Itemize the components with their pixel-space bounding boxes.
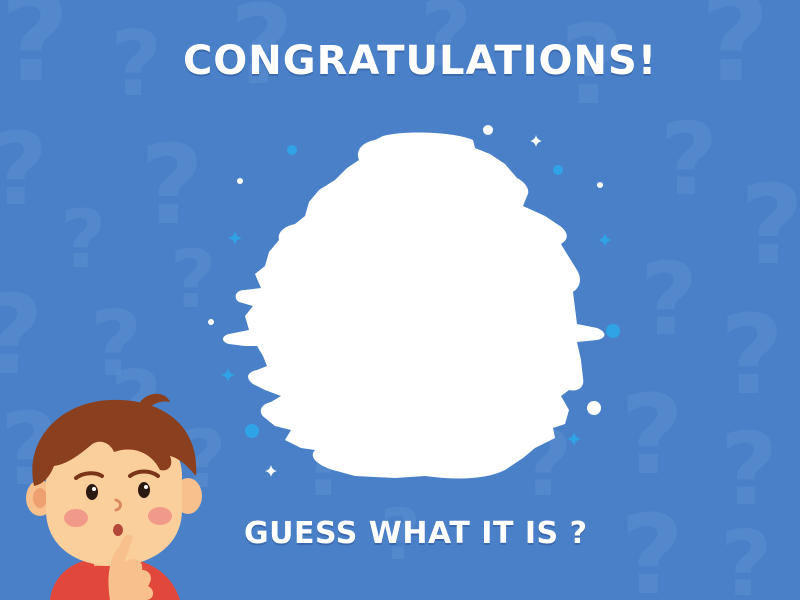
sparkle-icon xyxy=(208,319,214,325)
sparkle-icon xyxy=(265,465,277,477)
thinking-boy-icon xyxy=(26,393,202,600)
congratulations-title: CONGRATULATIONS! xyxy=(182,38,658,84)
sparkle-icon xyxy=(237,178,243,184)
question-mark-decoration: ? xyxy=(0,280,44,390)
sparkle-icon xyxy=(606,324,620,338)
sparkle-icon xyxy=(245,424,259,438)
question-mark-decoration: ? xyxy=(620,371,684,499)
sparkle-icon xyxy=(553,165,563,175)
question-mark-decoration: ? xyxy=(720,411,779,528)
question-mark-decoration: ? xyxy=(140,121,204,249)
sparkle-icon xyxy=(483,125,493,135)
sparkle-icon xyxy=(587,401,601,415)
question-mark-decoration: ? xyxy=(660,101,719,218)
sparkle-icon xyxy=(228,231,242,245)
question-mark-decoration: ? xyxy=(720,512,773,600)
sparkle-icon xyxy=(567,432,581,446)
sparkle-icon xyxy=(597,182,603,188)
question-mark-decoration: ? xyxy=(620,491,684,600)
sparkle-icon xyxy=(530,135,542,147)
question-mark-decoration: ? xyxy=(60,193,107,286)
guess-prompt: GUESS WHAT IT IS ? xyxy=(244,516,588,551)
sparkle-icon xyxy=(287,145,297,155)
sparkle-icon xyxy=(598,233,612,247)
question-mark-decoration: ? xyxy=(740,161,800,289)
question-mark-decoration: ? xyxy=(0,120,48,220)
question-mark-decoration: ? xyxy=(720,291,784,419)
question-mark-decoration: ? xyxy=(640,241,699,358)
